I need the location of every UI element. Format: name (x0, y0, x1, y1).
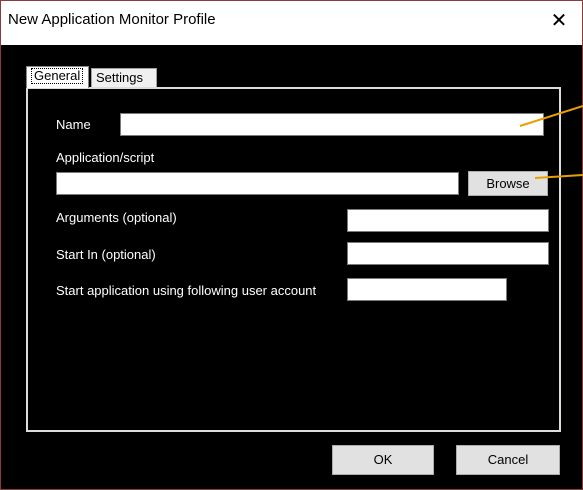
start-in-label: Start In (optional) (56, 247, 156, 262)
tab-settings-label: Settings (96, 70, 143, 85)
tab-settings[interactable]: Settings (91, 68, 157, 88)
tab-general[interactable]: General (26, 66, 89, 88)
name-label: Name (56, 117, 91, 132)
name-field[interactable] (120, 113, 544, 136)
application-script-label: Application/script (56, 150, 155, 165)
arguments-field[interactable] (347, 209, 549, 232)
close-icon: ✕ (550, 10, 568, 32)
close-button[interactable]: ✕ (536, 1, 582, 45)
title-bar: New Application Monitor Profile ✕ (1, 1, 582, 45)
user-account-label: Start application using following user a… (56, 283, 317, 298)
ok-button[interactable]: OK (332, 445, 434, 475)
browse-button[interactable]: Browse (468, 171, 548, 196)
start-in-field[interactable] (347, 242, 549, 265)
general-tab-panel: Name Application/script Browse Arguments… (26, 87, 561, 432)
cancel-button[interactable]: Cancel (456, 445, 560, 475)
user-account-field[interactable] (347, 278, 507, 301)
arguments-label: Arguments (optional) (56, 210, 177, 225)
tab-general-label: General (31, 68, 84, 84)
window-title: New Application Monitor Profile (8, 11, 216, 28)
dialog-window: New Application Monitor Profile ✕ Genera… (0, 0, 583, 490)
application-script-field[interactable] (56, 172, 459, 195)
